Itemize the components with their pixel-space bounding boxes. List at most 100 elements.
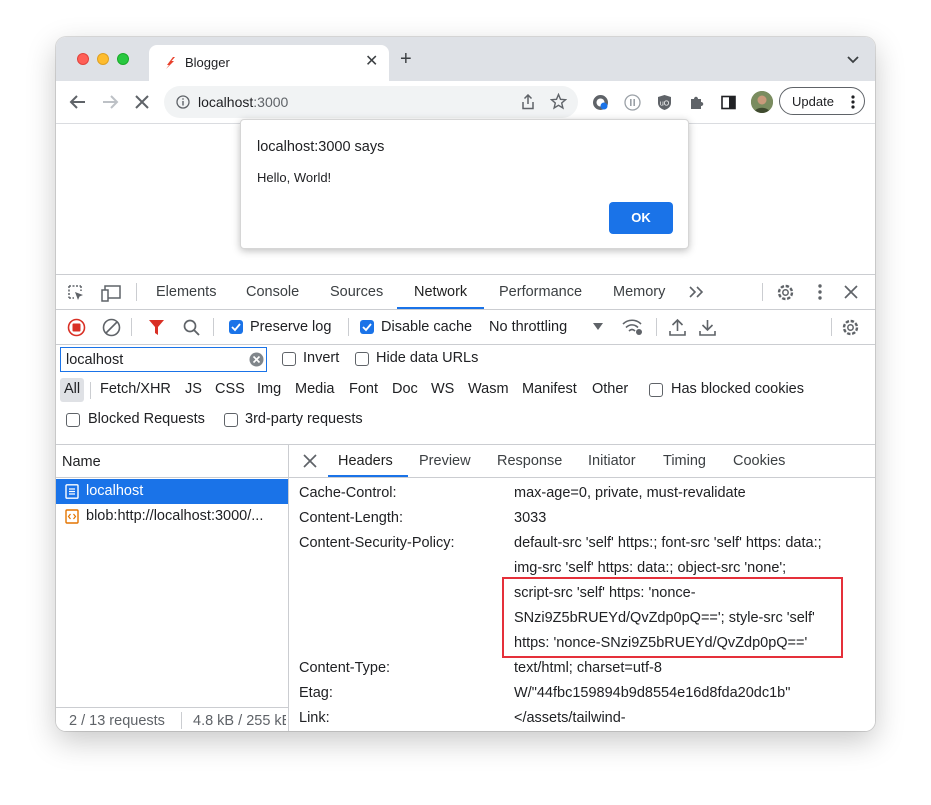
forward-arrow-icon[interactable]	[100, 92, 120, 112]
tab-preview[interactable]: Preview	[419, 453, 471, 469]
close-devtools-icon[interactable]	[844, 285, 858, 299]
maximize-window-button[interactable]	[117, 53, 129, 65]
type-filter-media[interactable]: Media	[295, 381, 335, 397]
header-key: Content-Security-Policy:	[299, 535, 455, 551]
header-value: </assets/tailwind-	[514, 710, 626, 726]
tab-elements[interactable]: Elements	[156, 284, 216, 300]
side-panel-icon[interactable]	[720, 94, 737, 111]
third-party-requests-checkbox[interactable]	[224, 413, 238, 427]
checkmark-icon	[231, 323, 241, 332]
tab-initiator[interactable]: Initiator	[588, 453, 636, 469]
document-icon	[65, 484, 79, 499]
tab-headers[interactable]: Headers	[338, 453, 393, 469]
tab-search-chevron-icon[interactable]	[845, 51, 861, 67]
tab-sources[interactable]: Sources	[330, 284, 383, 300]
network-conditions-wifi-icon[interactable]	[622, 318, 643, 336]
tab-timing[interactable]: Timing	[663, 453, 706, 469]
invert-label: Invert	[303, 350, 340, 366]
type-filter-doc[interactable]: Doc	[392, 381, 418, 397]
filter-divider	[90, 382, 91, 399]
more-vertical-icon[interactable]	[851, 95, 855, 109]
extensions-puzzle-icon[interactable]	[688, 94, 705, 111]
third-party-requests-label: 3rd-party requests	[245, 411, 363, 427]
clear-filter-icon[interactable]	[249, 352, 264, 367]
tab-cookies[interactable]: Cookies	[733, 453, 785, 469]
tab-memory[interactable]: Memory	[613, 284, 665, 300]
has-blocked-cookies-label: Has blocked cookies	[671, 381, 804, 397]
filter-input[interactable]: localhost	[60, 347, 267, 372]
svg-text:uO: uO	[660, 101, 670, 108]
extension-pause-icon[interactable]	[624, 94, 641, 111]
type-filter-ws[interactable]: WS	[431, 381, 454, 397]
name-column-label: Name	[62, 454, 101, 470]
browser-tab[interactable]: Blogger ✕	[149, 45, 389, 81]
alert-dialog: localhost:3000 says Hello, World! OK	[240, 119, 689, 249]
extension-privacy-icon[interactable]	[592, 94, 609, 111]
type-filter-img[interactable]: Img	[257, 381, 281, 397]
header-value: max-age=0, private, must-revalidate	[514, 485, 746, 501]
clear-log-icon[interactable]	[102, 318, 121, 337]
stop-loading-icon[interactable]	[132, 92, 152, 112]
site-info-icon[interactable]	[176, 95, 190, 109]
hide-data-urls-checkbox[interactable]	[355, 352, 369, 366]
more-tabs-chevrons-icon[interactable]	[688, 285, 705, 299]
tab-close-icon[interactable]: ✕	[365, 53, 378, 71]
alert-message: Hello, World!	[257, 170, 332, 185]
device-toolbar-icon[interactable]	[101, 284, 123, 302]
type-filter-other[interactable]: Other	[592, 381, 628, 397]
update-button[interactable]: Update	[779, 87, 865, 115]
type-filter-js[interactable]: JS	[185, 381, 202, 397]
tab-console[interactable]: Console	[246, 284, 299, 300]
close-window-button[interactable]	[77, 53, 89, 65]
network-settings-gear-icon[interactable]	[841, 318, 860, 337]
has-blocked-cookies-checkbox[interactable]	[649, 383, 663, 397]
back-arrow-icon[interactable]	[68, 92, 88, 112]
name-column-header[interactable]: Name	[56, 445, 288, 478]
address-bar[interactable]: localhost:3000	[164, 86, 578, 118]
toolbar-divider	[831, 318, 832, 336]
network-toolbar: Preserve log Disable cache No throttling	[56, 310, 875, 345]
request-row-blob[interactable]: blob:http://localhost:3000/...	[56, 504, 288, 529]
devtools-menu-icon[interactable]	[817, 284, 823, 300]
import-har-upload-icon[interactable]	[669, 318, 686, 336]
type-filter-all[interactable]: All	[64, 381, 80, 397]
disable-cache-checkbox[interactable]	[360, 320, 374, 334]
url-text: localhost:3000	[198, 94, 288, 110]
minimize-window-button[interactable]	[97, 53, 109, 65]
export-har-download-icon[interactable]	[699, 318, 716, 336]
toolbar-divider	[762, 283, 763, 301]
dropdown-triangle-icon[interactable]	[593, 323, 603, 331]
filter-bar: localhost Invert Hide data URLs All Fetc…	[56, 344, 875, 445]
extension-ublock-icon[interactable]: uO	[656, 94, 673, 111]
type-filter-font[interactable]: Font	[349, 381, 378, 397]
header-key: Link:	[299, 710, 330, 726]
throttling-select[interactable]: No throttling	[489, 319, 567, 335]
type-filter-fetch-xhr[interactable]: Fetch/XHR	[100, 381, 171, 397]
alert-ok-button[interactable]: OK	[609, 202, 673, 234]
record-stop-icon[interactable]	[67, 318, 86, 337]
type-filter-css[interactable]: CSS	[215, 381, 245, 397]
filter-funnel-icon[interactable]	[148, 319, 165, 336]
type-filter-wasm[interactable]: Wasm	[468, 381, 509, 397]
bookmark-star-icon[interactable]	[550, 93, 567, 110]
filter-input-value: localhost	[66, 352, 124, 368]
request-row-localhost[interactable]: localhost	[56, 479, 288, 504]
preserve-log-checkbox[interactable]	[229, 320, 243, 334]
tab-performance[interactable]: Performance	[499, 284, 582, 300]
tab-strip: Blogger ✕ +	[56, 37, 875, 81]
profile-avatar[interactable]	[751, 91, 773, 113]
tab-network[interactable]: Network	[414, 284, 467, 300]
settings-gear-icon[interactable]	[776, 283, 795, 302]
share-icon[interactable]	[520, 94, 536, 110]
invert-checkbox[interactable]	[282, 352, 296, 366]
inspect-element-icon[interactable]	[67, 284, 85, 302]
blocked-requests-checkbox[interactable]	[66, 413, 80, 427]
new-tab-button[interactable]: +	[400, 49, 412, 69]
browser-toolbar: localhost:3000 uO Update	[56, 81, 875, 124]
status-divider	[181, 712, 182, 729]
tab-response[interactable]: Response	[497, 453, 562, 469]
search-icon[interactable]	[183, 319, 200, 336]
close-details-icon[interactable]	[303, 454, 317, 468]
type-filter-manifest[interactable]: Manifest	[522, 381, 577, 397]
checkmark-icon	[362, 323, 372, 332]
